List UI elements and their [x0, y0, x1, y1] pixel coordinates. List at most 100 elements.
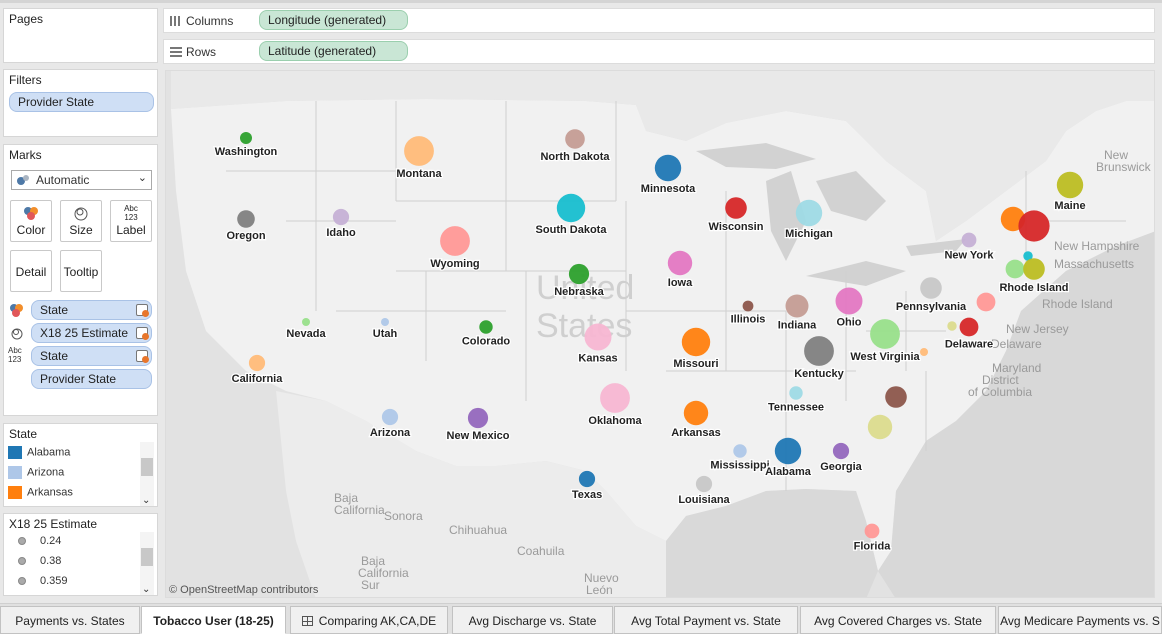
size-card[interactable]: Size [60, 200, 102, 242]
map-mark-label: Iowa [668, 277, 693, 289]
map-mark-circle[interactable] [789, 386, 803, 400]
map-mark-circle[interactable] [681, 327, 711, 357]
chevron-down-icon: ⌄ [137, 172, 147, 184]
map-mark-circle[interactable] [302, 318, 310, 326]
mark-field-state-label[interactable]: State [31, 346, 152, 366]
map-mark-circle[interactable] [1056, 171, 1084, 199]
map-mark-circle[interactable] [578, 470, 596, 488]
size-legend: X18 25 Estimate 0.24 0.38 0.359 ⌄ [3, 513, 158, 596]
sheet-tab[interactable]: Avg Total Payment vs. State [614, 606, 798, 634]
map-mark-circle[interactable] [404, 136, 434, 166]
columns-shelf: Columns Longitude (generated) [163, 8, 1155, 33]
basemap-label: Delaware [991, 337, 1042, 351]
map-mark-circle[interactable] [1023, 258, 1045, 280]
map-mark-circle[interactable] [885, 386, 907, 408]
color-card[interactable]: Color [10, 200, 52, 242]
map-mark-circle[interactable] [733, 444, 747, 458]
map-mark-circle[interactable] [832, 442, 850, 460]
map-mark-circle[interactable] [667, 250, 693, 276]
map-mark-circle[interactable] [976, 292, 996, 312]
map-mark-circle[interactable] [742, 300, 754, 312]
color-card-label: Color [16, 223, 46, 237]
map-mark-circle[interactable] [332, 208, 350, 226]
map-mark-circle[interactable] [695, 475, 713, 493]
map-mark-circle[interactable] [961, 232, 977, 248]
basemap-label: Rhode Island [1042, 297, 1113, 311]
rows-pill-latitude[interactable]: Latitude (generated) [259, 41, 408, 61]
sheet-tab[interactable]: Avg Covered Charges vs. State [800, 606, 996, 634]
label-icon: Abc 123 [124, 204, 138, 222]
map-mark-circle[interactable] [795, 199, 823, 227]
state-legend-title: State [9, 427, 38, 441]
state-legend-item[interactable]: Alabama [8, 446, 70, 459]
label-card[interactable]: Abc 123 Label [110, 200, 152, 242]
map-mark-circle[interactable] [654, 154, 682, 182]
map-mark-circle[interactable] [1005, 259, 1025, 279]
sheet-tab[interactable]: Comparing AK,CA,DE [290, 606, 448, 634]
state-legend-item[interactable]: Arkansas [8, 486, 73, 499]
mark-type-select[interactable]: Automatic ⌄ [11, 170, 152, 190]
map-mark-circle[interactable] [479, 320, 493, 334]
map-mark-circle[interactable] [556, 193, 586, 223]
map-mark-circle[interactable] [920, 348, 928, 356]
sheet-tab[interactable]: Tobacco User (18-25) [141, 606, 286, 634]
size-legend-item[interactable]: 0.359 [18, 575, 68, 587]
map-mark-circle[interactable] [835, 287, 863, 315]
state-legend-item[interactable]: Arizona [8, 466, 64, 479]
map-mark-circle[interactable] [804, 336, 834, 366]
map-mark-circle[interactable] [381, 318, 389, 326]
map-mark-circle[interactable] [600, 383, 630, 413]
map-mark-label: Washington [215, 146, 278, 158]
map-mark-circle[interactable] [870, 319, 900, 349]
map-mark-circle[interactable] [584, 323, 612, 351]
columns-label: Columns [186, 14, 234, 28]
map-mark-circle[interactable] [867, 414, 893, 440]
size-legend-item[interactable]: 0.38 [18, 555, 61, 567]
tooltip-card[interactable]: Tooltip [60, 250, 102, 292]
sheet-tab[interactable]: Avg Discharge vs. State [452, 606, 613, 634]
map-mark-circle[interactable] [864, 523, 880, 539]
size-legend-scrollbar[interactable]: ⌄ [140, 532, 154, 595]
map-mark-circle[interactable] [947, 321, 957, 331]
sheet-tab-label: Tobacco User (18-25) [153, 614, 274, 628]
filter-pill-provider-state[interactable]: Provider State [9, 92, 154, 112]
state-legend-label: Arkansas [27, 486, 73, 499]
map-mark-circle[interactable] [785, 294, 809, 318]
columns-pill-longitude[interactable]: Longitude (generated) [259, 10, 408, 30]
size-field-icon [11, 328, 23, 340]
field-menu-icon [136, 327, 149, 340]
map-mark-circle[interactable] [1018, 210, 1050, 242]
map-mark-circle[interactable] [237, 210, 255, 228]
sheet-tab-bar: Payments vs. States Tobacco User (18-25) C… [0, 603, 1162, 634]
color-icon [24, 207, 38, 220]
map-mark-label: Wyoming [430, 258, 479, 270]
watermark-line-2: States [536, 307, 632, 345]
map-mark-circle[interactable] [467, 407, 489, 429]
map-mark-circle[interactable] [381, 408, 399, 426]
detail-card[interactable]: Detail [10, 250, 52, 292]
size-legend-item[interactable]: 0.24 [18, 535, 61, 547]
map-mark-circle[interactable] [683, 400, 709, 426]
map-canvas[interactable]: Baja California SonoraChihuahuaCoahuilaNue… [166, 71, 1155, 598]
mark-field-state-color[interactable]: State [31, 300, 152, 320]
map-mark-label: Alabama [765, 466, 812, 478]
map-mark-circle[interactable] [565, 129, 585, 149]
map-mark-circle[interactable] [568, 263, 590, 285]
map-mark-circle[interactable] [920, 277, 942, 299]
map-mark-circle[interactable] [240, 132, 252, 144]
mark-field-provider-state[interactable]: Provider State [31, 369, 152, 389]
map-mark-circle[interactable] [248, 354, 266, 372]
map-mark-label: North Dakota [540, 151, 610, 163]
dashboard-icon [301, 616, 313, 626]
mark-field-x18-25-estimate[interactable]: X18 25 Estimate [31, 323, 152, 343]
map-mark-circle[interactable] [725, 197, 747, 219]
map-view[interactable]: Baja California Sonora Chihuahua Coahuila Nue… [165, 70, 1155, 598]
sheet-tab[interactable]: Avg Medicare Payments vs. S [998, 606, 1162, 634]
map-mark-label: Louisiana [678, 494, 730, 506]
sheet-tab[interactable]: Payments vs. States [0, 606, 140, 634]
state-legend-scrollbar[interactable]: ⌄ [140, 442, 154, 506]
marks-panel: Marks Automatic ⌄ Color Size Abc 123 Lab… [3, 144, 158, 416]
map-mark-circle[interactable] [774, 437, 802, 465]
map-mark-circle[interactable] [959, 317, 979, 337]
map-mark-circle[interactable] [440, 226, 470, 256]
